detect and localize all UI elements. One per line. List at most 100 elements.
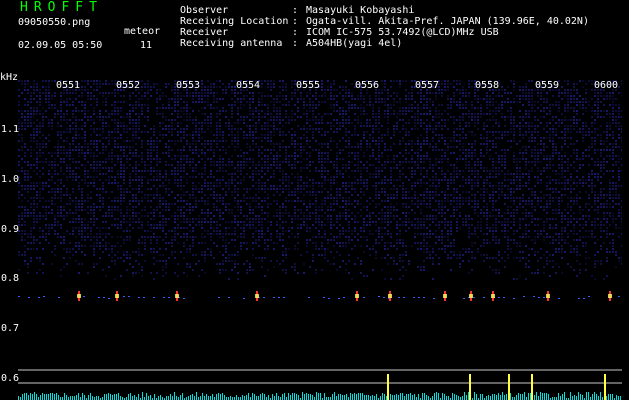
noise-pixel — [531, 110, 533, 112]
noise-pixel — [168, 131, 170, 133]
noise-pixel — [606, 149, 608, 151]
noise-pixel — [417, 158, 419, 160]
noise-pixel — [528, 200, 530, 202]
noise-pixel — [447, 182, 449, 184]
noise-pixel — [453, 101, 455, 103]
noise-pixel — [612, 176, 614, 178]
noise-pixel — [276, 203, 278, 205]
noise-pixel — [336, 128, 338, 130]
noise-pixel — [135, 122, 137, 124]
noise-pixel — [156, 107, 158, 109]
noise-pixel — [81, 197, 83, 199]
noise-pixel — [618, 155, 620, 157]
noise-pixel — [366, 125, 368, 127]
noise-pixel — [102, 92, 104, 94]
noise-pixel — [297, 101, 299, 103]
noise-pixel — [198, 182, 200, 184]
noise-pixel — [198, 200, 200, 202]
noise-pixel — [318, 122, 320, 124]
noise-pixel — [555, 134, 557, 136]
noise-pixel — [219, 122, 221, 124]
noise-pixel — [294, 155, 296, 157]
noise-pixel — [276, 158, 278, 160]
noise-pixel — [270, 116, 272, 118]
noise-pixel — [153, 146, 155, 148]
noise-pixel — [564, 104, 566, 106]
noise-pixel — [267, 206, 269, 208]
noise-pixel — [252, 140, 254, 142]
noise-pixel — [117, 176, 119, 178]
noise-pixel — [393, 128, 395, 130]
noise-pixel — [393, 197, 395, 199]
noise-pixel — [258, 137, 260, 139]
noise-pixel — [210, 194, 212, 196]
noise-pixel — [429, 185, 431, 187]
noise-pixel — [105, 167, 107, 169]
noise-pixel — [165, 164, 167, 166]
noise-pixel — [114, 209, 116, 211]
noise-pixel — [225, 182, 227, 184]
noise-pixel — [279, 116, 281, 118]
noise-pixel — [390, 149, 392, 151]
noise-pixel — [279, 113, 281, 115]
noise-pixel — [546, 203, 548, 205]
noise-pixel — [564, 179, 566, 181]
noise-pixel — [267, 155, 269, 157]
noise-pixel — [21, 137, 23, 139]
noise-pixel — [609, 203, 611, 205]
noise-pixel — [567, 161, 569, 163]
noise-pixel — [462, 131, 464, 133]
noise-pixel — [330, 197, 332, 199]
noise-pixel — [30, 119, 32, 121]
noise-pixel — [270, 140, 272, 142]
noise-pixel — [321, 122, 323, 124]
noise-pixel — [102, 152, 104, 154]
noise-pixel — [231, 182, 233, 184]
noise-pixel — [222, 203, 224, 205]
noise-pixel — [531, 152, 533, 154]
noise-pixel — [348, 137, 350, 139]
noise-pixel — [489, 104, 491, 106]
noise-pixel — [570, 185, 572, 187]
noise-pixel — [132, 206, 134, 208]
noise-pixel — [303, 125, 305, 127]
noise-pixel — [372, 128, 374, 130]
noise-pixel — [555, 143, 557, 145]
noise-pixel — [30, 92, 32, 94]
noise-pixel — [372, 116, 374, 118]
noise-pixel — [594, 137, 596, 139]
noise-pixel — [477, 98, 479, 100]
noise-pixel — [519, 188, 521, 190]
noise-pixel — [507, 209, 509, 211]
noise-pixel — [339, 140, 341, 142]
noise-pixel — [468, 155, 470, 157]
noise-pixel — [579, 131, 581, 133]
noise-pixel — [384, 146, 386, 148]
noise-pixel — [477, 182, 479, 184]
noise-pixel — [180, 194, 182, 196]
noise-pixel — [135, 197, 137, 199]
noise-pixel — [153, 131, 155, 133]
noise-pixel — [228, 122, 230, 124]
noise-pixel — [417, 92, 419, 94]
noise-pixel — [66, 140, 68, 142]
noise-pixel — [522, 98, 524, 100]
noise-pixel — [177, 164, 179, 166]
noise-pixel — [237, 113, 239, 115]
noise-pixel — [432, 131, 434, 133]
noise-pixel — [519, 158, 521, 160]
noise-pixel — [612, 92, 614, 94]
noise-pixel — [66, 155, 68, 157]
noise-pixel — [180, 179, 182, 181]
noise-pixel — [516, 206, 518, 208]
noise-pixel — [207, 119, 209, 121]
noise-pixel — [432, 137, 434, 139]
noise-pixel — [39, 212, 41, 214]
noise-pixel — [567, 179, 569, 181]
noise-pixel — [393, 188, 395, 190]
noise-pixel — [114, 164, 116, 166]
noise-pixel — [36, 119, 38, 121]
noise-pixel — [108, 95, 110, 97]
noise-pixel — [81, 128, 83, 130]
noise-pixel — [315, 149, 317, 151]
